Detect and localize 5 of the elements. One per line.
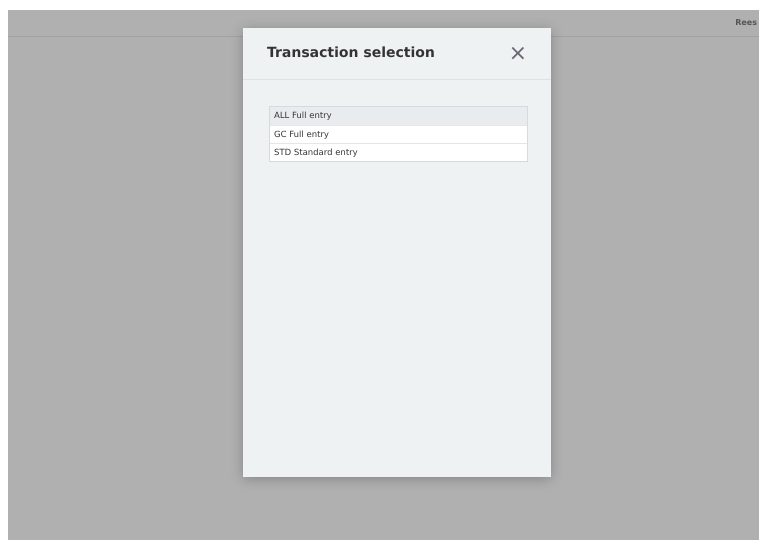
transaction-item[interactable]: GC Full entry	[270, 125, 527, 143]
transaction-item[interactable]: STD Standard entry	[270, 143, 527, 161]
close-button[interactable]: ×	[504, 42, 531, 64]
transaction-item[interactable]: ALL Full entry	[270, 107, 527, 125]
dialog-title: Transaction selection	[267, 44, 435, 63]
